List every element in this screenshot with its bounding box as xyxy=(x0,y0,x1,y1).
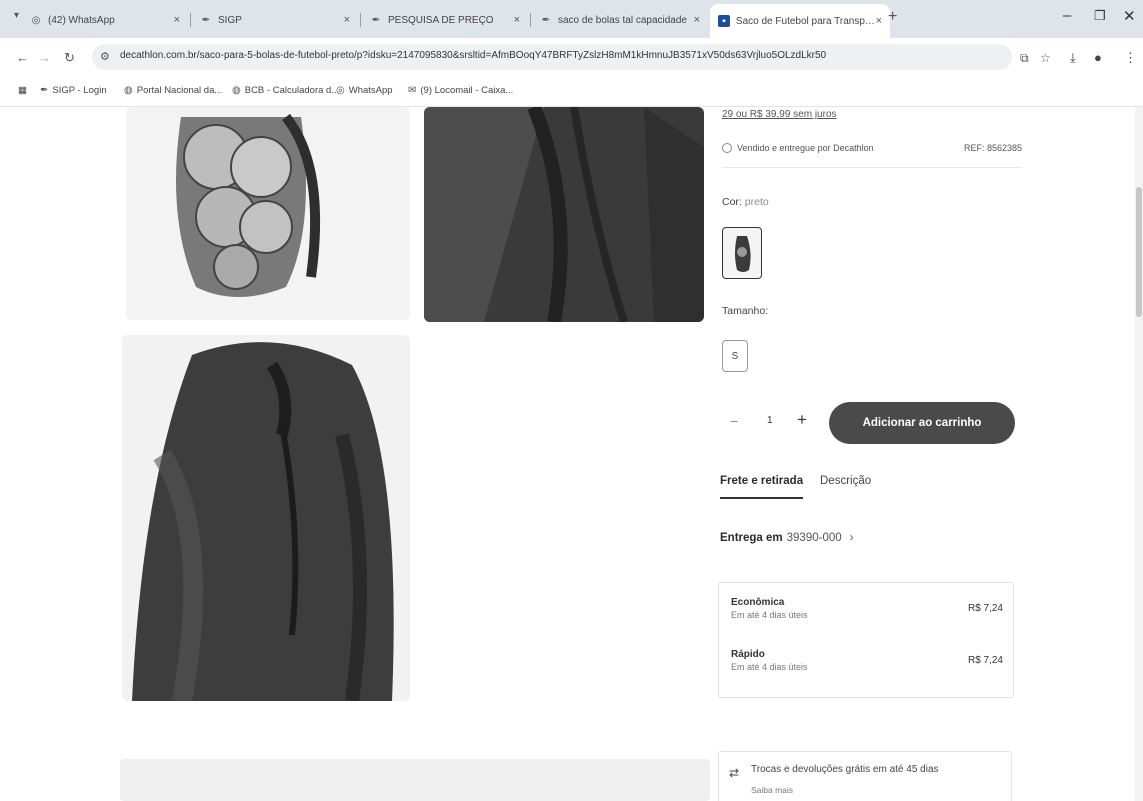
tab-sigp[interactable]: ✒ SIGP × xyxy=(200,6,350,34)
tab-title: PESQUISA DE PREÇO xyxy=(388,14,494,26)
color-label: Cor: preto xyxy=(722,196,769,208)
shipping-option-name: Econômica xyxy=(731,597,785,608)
whatsapp-icon: ◎ xyxy=(31,14,41,26)
bookmark-label: BCB - Calculadora d... xyxy=(244,85,340,96)
bookmark-label: WhatsApp xyxy=(348,85,393,96)
tab-pesquisa-de-preco[interactable]: ✒ PESQUISA DE PREÇO × xyxy=(370,6,520,34)
returns-info-box: ⇄ Trocas e devoluções grátis em até 45 d… xyxy=(718,751,1012,801)
whatsapp-icon: ◎ xyxy=(336,85,345,96)
quantity-increase-button[interactable]: + xyxy=(797,410,807,430)
page-content: 29 ou R$ 39,99 sem juros Vendido e entre… xyxy=(0,107,1143,801)
bookmark-label: Portal Nacional da... xyxy=(136,85,223,96)
close-tab-icon[interactable]: × xyxy=(174,14,180,26)
product-image-bag-closed[interactable] xyxy=(122,335,410,701)
product-image-mesh-detail[interactable] xyxy=(424,107,704,322)
chevron-right-icon: › xyxy=(849,532,854,544)
delivery-location[interactable]: Entrega em 39390-000 › xyxy=(720,532,853,544)
tab-title: Saco de Futebol para Transport xyxy=(735,15,876,27)
bag-thumbnail-icon xyxy=(735,236,751,272)
product-ref: REF: 8562385 xyxy=(963,143,1022,153)
shipping-options-box: Econômica Em até 4 dias úteis R$ 7,24 Rá… xyxy=(718,582,1014,698)
address-bar[interactable]: ⚙ decathlon.com.br/saco-para-5-bolas-de-… xyxy=(92,44,1012,70)
shipping-option-eta: Em até 4 dias úteis xyxy=(731,662,808,672)
close-tab-icon[interactable]: × xyxy=(694,14,700,26)
shipping-option-price: R$ 7,24 xyxy=(967,655,1003,666)
size-label: Tamanho: xyxy=(722,305,769,317)
minimize-icon[interactable]: – xyxy=(1063,7,1071,24)
tab-description[interactable]: Descrição xyxy=(820,475,871,487)
bookmark-sigp-login[interactable]: ✒ SIGP - Login xyxy=(40,85,107,96)
back-icon[interactable]: ← xyxy=(16,50,29,65)
close-tab-icon[interactable]: × xyxy=(344,14,350,26)
shipping-option-economica[interactable]: Econômica Em até 4 dias úteis R$ 7,24 xyxy=(731,597,1003,620)
bookmark-whatsapp[interactable]: ◎ WhatsApp xyxy=(336,85,393,96)
seller-row: Vendido e entregue por Decathlon REF: 85… xyxy=(722,143,1022,168)
browser-tab-strip: ▾ ◎ (42) WhatsApp × ✒ SIGP × ✒ PESQUISA … xyxy=(0,0,1143,38)
globe-icon: ◍ xyxy=(124,85,133,96)
returns-more-link[interactable]: Saiba mais xyxy=(751,785,793,795)
restore-icon[interactable]: ❐ xyxy=(1094,8,1106,24)
product-photo xyxy=(126,107,410,320)
close-window-icon[interactable]: ✕ xyxy=(1123,7,1136,25)
info-circle-icon xyxy=(722,143,732,153)
apps-grid-icon[interactable]: ▦ xyxy=(18,85,27,96)
forward-icon[interactable]: → xyxy=(38,50,51,65)
pen-icon: ✒ xyxy=(541,14,551,26)
site-info-icon[interactable]: ⚙ xyxy=(100,50,110,63)
quantity-value[interactable]: 1 xyxy=(767,415,773,426)
product-photo xyxy=(424,107,704,322)
tab-whatsapp[interactable]: ◎ (42) WhatsApp × xyxy=(30,6,180,34)
decathlon-icon: ▪ xyxy=(718,15,730,27)
image-placeholder-strip xyxy=(120,759,710,801)
delivery-cep: 39390-000 xyxy=(786,532,842,544)
quantity-decrease-button[interactable]: − xyxy=(730,413,738,429)
seller-text: Vendido e entregue por Decathlon xyxy=(737,143,874,153)
tab-shipping[interactable]: Frete e retirada xyxy=(720,475,804,499)
pen-icon: ✒ xyxy=(371,14,381,26)
tab-title: SIGP xyxy=(218,14,242,26)
tab-saco-de-bolas[interactable]: ✒ saco de bolas tal capacidade × xyxy=(540,6,700,34)
tab-saco-de-futebol-active[interactable]: ▪ Saco de Futebol para Transport × xyxy=(710,4,890,38)
download-icon[interactable]: ⤓ xyxy=(1070,50,1076,66)
color-value: preto xyxy=(744,196,769,208)
pen-icon: ✒ xyxy=(201,14,211,26)
url-text[interactable]: decathlon.com.br/saco-para-5-bolas-de-fu… xyxy=(120,50,1000,61)
returns-title: Trocas e devoluções grátis em até 45 dia… xyxy=(751,764,939,775)
scrollbar-thumb[interactable] xyxy=(1136,187,1142,317)
shipping-option-price: R$ 7,24 xyxy=(967,603,1003,614)
bookmark-locomail[interactable]: ✉ (9) Locomail - Caixa... xyxy=(408,85,513,96)
bookmark-star-icon[interactable]: ☆ xyxy=(1040,51,1051,65)
bookmark-bcb-calculadora[interactable]: ◍ BCB - Calculadora d... xyxy=(232,85,339,96)
install-app-icon[interactable]: ⧉ xyxy=(1020,51,1029,66)
delivery-label: Entrega em xyxy=(720,532,783,544)
bookmarks-bar: ▦ ✒ SIGP - Login ◍ Portal Nacional da...… xyxy=(0,78,1143,107)
tab-search-chevron-icon[interactable]: ▾ xyxy=(14,10,19,21)
product-photo xyxy=(122,335,410,701)
product-image-balls-in-bag[interactable] xyxy=(126,107,410,320)
tab-title: (42) WhatsApp xyxy=(48,14,115,26)
pen-icon: ✒ xyxy=(40,85,49,96)
menu-kebab-icon[interactable]: ⋮ xyxy=(1124,50,1137,66)
page-scrollbar[interactable] xyxy=(1135,107,1143,801)
size-option-s[interactable]: S xyxy=(722,340,748,372)
mail-icon: ✉ xyxy=(408,85,417,96)
color-swatch-preto[interactable] xyxy=(722,227,762,279)
shipping-option-eta: Em até 4 dias úteis xyxy=(731,610,808,620)
exchange-arrows-icon: ⇄ xyxy=(729,766,740,780)
tab-title: saco de bolas tal capacidade xyxy=(558,14,687,26)
shipping-option-name: Rápido xyxy=(731,649,765,660)
reload-icon[interactable]: ↻ xyxy=(64,50,75,66)
browser-toolbar: ← → ↻ ⚙ decathlon.com.br/saco-para-5-bol… xyxy=(0,38,1143,78)
bookmark-label: SIGP - Login xyxy=(52,85,107,96)
close-tab-icon[interactable]: × xyxy=(876,15,882,27)
new-tab-icon[interactable]: + xyxy=(888,8,897,26)
bookmark-label: (9) Locomail - Caixa... xyxy=(420,85,514,96)
add-to-cart-button[interactable]: Adicionar ao carrinho xyxy=(829,402,1015,444)
globe-icon: ◍ xyxy=(232,85,241,96)
installment-price-link[interactable]: 29 ou R$ 39,99 sem juros xyxy=(722,109,837,120)
profile-icon[interactable]: ● xyxy=(1094,50,1102,65)
close-tab-icon[interactable]: × xyxy=(514,14,520,26)
shipping-option-rapido[interactable]: Rápido Em até 4 dias úteis R$ 7,24 xyxy=(731,649,1003,672)
bookmark-portal-nacional[interactable]: ◍ Portal Nacional da... xyxy=(124,85,222,96)
